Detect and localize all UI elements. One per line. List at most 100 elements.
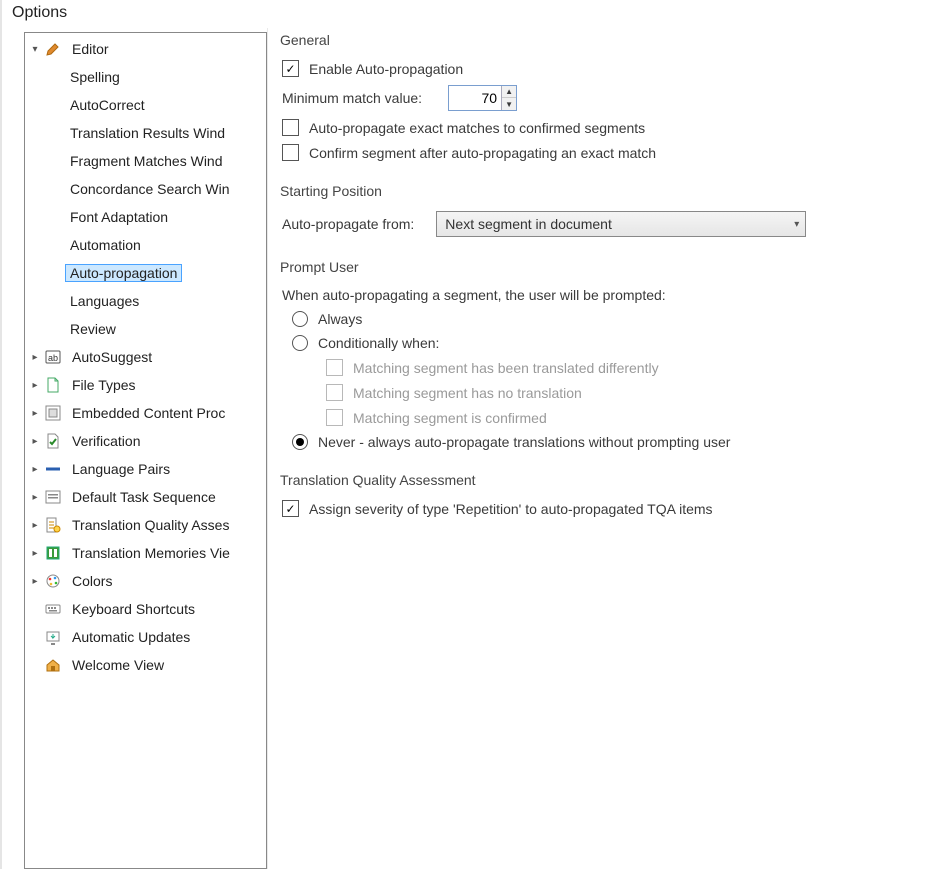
caret-down-icon[interactable]: ▾ (29, 43, 41, 55)
tree-item-translation-quality-asses[interactable]: ▸ Translation Quality Asses (27, 511, 266, 539)
tree-item-label: Languages (65, 292, 144, 310)
tree-item-label: Automation (65, 236, 146, 254)
svg-text:ab: ab (48, 353, 58, 363)
caret-right-icon[interactable]: ▸ (29, 463, 41, 475)
tree-item-automation[interactable]: Automation (27, 231, 266, 259)
spinner-down[interactable]: ▼ (502, 98, 516, 110)
tree-item-translation-results-wind[interactable]: Translation Results Wind (27, 119, 266, 147)
tree-item-label: Translation Results Wind (65, 124, 230, 142)
tree-item-label: Welcome View (67, 656, 169, 674)
caret-right-icon[interactable]: ▸ (29, 491, 41, 503)
tree-item-verification[interactable]: ▸ Verification (27, 427, 266, 455)
group-starting-legend: Starting Position (280, 183, 382, 199)
tree-item-label: Translation Memories Vie (67, 544, 235, 562)
tree-item-autosuggest[interactable]: ▸ ab AutoSuggest (27, 343, 266, 371)
quality-icon (45, 517, 61, 533)
tree-item-automatic-updates[interactable]: Automatic Updates (27, 623, 266, 651)
task-icon (45, 489, 61, 505)
options-tree[interactable]: ▾ Editor Spelling AutoCorrect Translation Re… (24, 32, 267, 869)
tree-item-concordance-search-win[interactable]: Concordance Search Win (27, 175, 266, 203)
prompt-never-radio[interactable] (292, 434, 308, 450)
tree-item-keyboard-shortcuts[interactable]: Keyboard Shortcuts (27, 595, 266, 623)
pencil-icon (45, 41, 61, 57)
suggest-icon: ab (45, 349, 61, 365)
tree-item-label: Review (65, 320, 121, 338)
home-icon (45, 657, 61, 673)
tree-item-label: Keyboard Shortcuts (67, 600, 200, 618)
min-match-spinner[interactable]: ▲ ▼ (448, 85, 517, 111)
autoprop-from-select[interactable]: Next segment in document ▾ (436, 211, 806, 237)
caret-right-icon[interactable]: ▸ (29, 351, 41, 363)
caret-right-icon[interactable]: ▸ (29, 435, 41, 447)
tree-item-welcome-view[interactable]: Welcome View (27, 651, 266, 679)
autoprop-from-label: Auto-propagate from: (282, 216, 414, 232)
prompt-always-label: Always (318, 311, 362, 327)
tree-item-translation-memories-vie[interactable]: ▸ Translation Memories Vie (27, 539, 266, 567)
tree-item-label: Spelling (65, 68, 125, 86)
tree-item-languages[interactable]: Languages (27, 287, 266, 315)
caret-right-icon[interactable]: ▸ (29, 575, 41, 587)
group-starting-position: Starting Position Auto-propagate from: N… (280, 183, 940, 237)
tree-item-editor[interactable]: ▾ Editor (27, 35, 266, 63)
tree-item-label: Embedded Content Proc (67, 404, 230, 422)
tqa-assign-label: Assign severity of type 'Repetition' to … (309, 501, 713, 517)
caret-right-icon[interactable]: ▸ (29, 519, 41, 531)
tree-item-file-types[interactable]: ▸ File Types (27, 371, 266, 399)
tree-item-label: File Types (67, 376, 141, 394)
chevron-down-icon: ▾ (794, 219, 799, 230)
tree-item-label: Automatic Updates (67, 628, 195, 646)
keyboard-icon (45, 601, 61, 617)
embed-icon (45, 405, 61, 421)
tm-icon (45, 545, 61, 561)
caret-right-icon[interactable]: ▸ (29, 379, 41, 391)
exact-to-confirmed-label: Auto-propagate exact matches to confirme… (309, 120, 645, 136)
file-icon (45, 377, 61, 393)
tree-item-language-pairs[interactable]: ▸Language Pairs (27, 455, 266, 483)
tree-item-label: Fragment Matches Wind (65, 152, 228, 170)
spinner-up[interactable]: ▲ (502, 86, 516, 98)
tree-item-autocorrect[interactable]: AutoCorrect (27, 91, 266, 119)
prompt-cond-radio[interactable] (292, 335, 308, 351)
tree-item-review[interactable]: Review (27, 315, 266, 343)
cond-no-translation-checkbox (326, 384, 343, 401)
confirm-after-checkbox[interactable] (282, 144, 299, 161)
tree-item-embedded-content-proc[interactable]: ▸ Embedded Content Proc (27, 399, 266, 427)
tree-item-auto-propagation[interactable]: Auto-propagation (27, 259, 266, 287)
enable-autoprop-checkbox[interactable]: ✓ (282, 60, 299, 77)
settings-panel: General ✓ Enable Auto-propagation Minimu… (267, 28, 950, 869)
window-title: Options (12, 4, 67, 21)
tree-item-spelling[interactable]: Spelling (27, 63, 266, 91)
tree-item-label: AutoSuggest (67, 348, 157, 366)
autoprop-from-value: Next segment in document (445, 216, 612, 232)
group-tqa-legend: Translation Quality Assessment (280, 472, 476, 488)
tree-item-default-task-sequence[interactable]: ▸ Default Task Sequence (27, 483, 266, 511)
min-match-input[interactable] (449, 86, 501, 110)
tree-item-label: Colors (67, 572, 117, 590)
prompt-intro: When auto-propagating a segment, the use… (282, 287, 666, 303)
tree-item-font-adaptation[interactable]: Font Adaptation (27, 203, 266, 231)
prompt-cond-label: Conditionally when: (318, 335, 439, 351)
tree-item-label: Default Task Sequence (67, 488, 221, 506)
tree-item-label: Concordance Search Win (65, 180, 235, 198)
tree-item-label: Font Adaptation (65, 208, 173, 226)
exact-to-confirmed-checkbox[interactable] (282, 119, 299, 136)
tree-item-label: Translation Quality Asses (67, 516, 234, 534)
group-general-legend: General (280, 32, 330, 48)
cond-translated-diff-label: Matching segment has been translated dif… (353, 360, 659, 376)
tree-item-label: Editor (67, 40, 114, 58)
tree-item-label: Verification (67, 432, 145, 450)
tree-item-label: Auto-propagation (65, 264, 182, 282)
tree-item-colors[interactable]: ▸ Colors (27, 567, 266, 595)
cond-no-translation-label: Matching segment has no translation (353, 385, 582, 401)
tree-item-fragment-matches-wind[interactable]: Fragment Matches Wind (27, 147, 266, 175)
colors-icon (45, 573, 61, 589)
prompt-always-radio[interactable] (292, 311, 308, 327)
caret-right-icon[interactable]: ▸ (29, 407, 41, 419)
group-tqa: Translation Quality Assessment ✓ Assign … (280, 472, 940, 517)
updates-icon (45, 629, 61, 645)
group-prompt-legend: Prompt User (280, 259, 359, 275)
caret-right-icon[interactable]: ▸ (29, 547, 41, 559)
verify-icon (45, 433, 61, 449)
tqa-assign-checkbox[interactable]: ✓ (282, 500, 299, 517)
tree-item-label: AutoCorrect (65, 96, 150, 114)
